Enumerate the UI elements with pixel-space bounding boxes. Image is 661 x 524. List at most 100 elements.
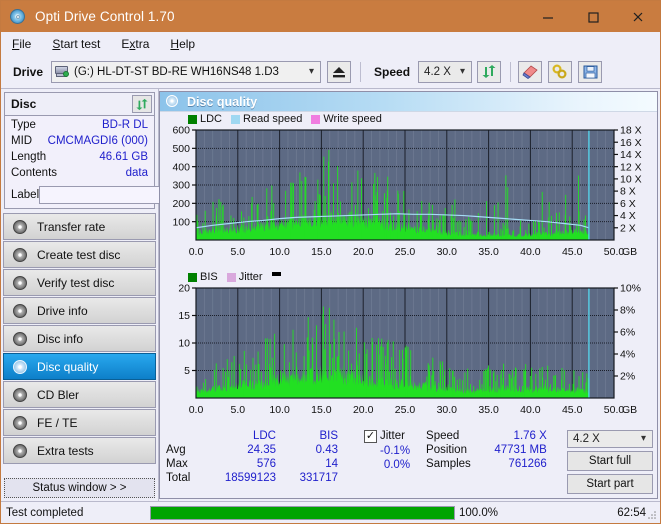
menu-start-test[interactable]: Start test	[48, 35, 110, 53]
svg-text:8 X: 8 X	[620, 186, 636, 198]
sidebar-item-extra-tests[interactable]: Extra tests	[3, 437, 156, 464]
disc-row-type: Type BD-R DL	[11, 119, 148, 135]
app-icon	[10, 8, 28, 26]
stats-col-header-bis: BIS	[319, 430, 338, 442]
svg-text:5: 5	[184, 365, 190, 377]
stats-max-bis: 14	[325, 458, 338, 470]
sidebar-item-create-test-disc[interactable]: Create test disc	[3, 241, 156, 268]
sidebar-item-cd-bler[interactable]: CD Bler	[3, 381, 156, 408]
optical-drive-icon	[55, 65, 70, 78]
svg-text:4 X: 4 X	[620, 210, 636, 222]
svg-text:18 X: 18 X	[620, 126, 642, 137]
chevron-down-icon: ▾	[309, 65, 315, 77]
svg-text:16 X: 16 X	[620, 137, 642, 149]
speed-select[interactable]: 4.2 X ▾	[418, 60, 473, 83]
disc-burn-icon	[12, 247, 29, 263]
svg-text:5.0: 5.0	[230, 404, 245, 416]
disc-row-length: Length 46.61 GB	[11, 151, 148, 167]
sidebar-item-drive-info[interactable]: Drive info	[3, 297, 156, 324]
menu-help[interactable]: Help	[166, 35, 205, 53]
svg-text:15.0: 15.0	[311, 404, 332, 416]
legend-label-read-speed: Read speed	[243, 113, 303, 125]
eject-button[interactable]	[327, 60, 352, 83]
disc-properties: Type BD-R DL MID CMCMAGDI6 (000) Length …	[5, 116, 246, 208]
minimize-button[interactable]	[525, 1, 570, 32]
status-window-button[interactable]: Status window > >	[4, 478, 155, 498]
svg-text:6%: 6%	[620, 327, 635, 339]
legend-swatch-bis	[188, 272, 197, 282]
resize-grip[interactable]	[646, 509, 658, 521]
disc-length-label: Length	[11, 151, 47, 163]
speed-label: Speed	[374, 64, 411, 79]
sidebar-item-fe-te[interactable]: FE / TE	[3, 409, 156, 436]
test-speed-select[interactable]: 4.2 X ▾	[567, 430, 653, 449]
status-message: Test completed	[6, 506, 84, 519]
jitter-checkbox[interactable]: ✓	[364, 430, 377, 443]
stats-max-ldc: 576	[256, 458, 276, 470]
disc-row-contents: Contents data	[11, 167, 148, 183]
drive-select[interactable]: (G:) HL-DT-ST BD-RE WH16NS48 1.D3 ▾	[51, 60, 322, 83]
sidebar-item-label: Disc quality	[37, 359, 99, 374]
svg-text:100: 100	[172, 216, 190, 228]
svg-text:6 X: 6 X	[620, 198, 636, 210]
legend-swatch-write-speed	[311, 114, 321, 124]
svg-text:20: 20	[178, 284, 190, 295]
svg-text:2 X: 2 X	[620, 222, 636, 234]
svg-text:25.0: 25.0	[395, 246, 416, 258]
disc-refresh-button[interactable]	[132, 95, 152, 113]
svg-text:10%: 10%	[620, 284, 641, 295]
disc-info-icon	[12, 331, 29, 347]
start-full-button[interactable]: Start full	[567, 451, 653, 472]
disc-panel-title: Disc	[11, 97, 37, 111]
svg-text:400: 400	[172, 161, 190, 173]
sidebar-item-disc-info[interactable]: Disc info	[3, 325, 156, 352]
maximize-button[interactable]	[570, 1, 615, 32]
disc-mid-label: MID	[11, 135, 33, 147]
svg-text:0.0: 0.0	[189, 404, 204, 416]
sidebar-item-label: Disc info	[37, 331, 84, 346]
tools-button[interactable]	[548, 60, 573, 83]
sidebar-item-label: Drive info	[37, 303, 88, 318]
readout-value-position: 47731 MB	[494, 444, 547, 456]
close-button[interactable]	[615, 1, 660, 32]
sidebar-item-transfer-rate[interactable]: Transfer rate	[3, 213, 156, 240]
stats-table: LDC BIS Avg 24.35 0.43 Max 576 14 Total …	[166, 430, 348, 494]
actions-group: 4.2 X ▾ Start full Start part	[567, 430, 653, 495]
bis-plot[interactable]: 5 10 15 20 2% 4% 6% 8% 10% 0.0 5.0 10.0 15.0 20.0 25.0…	[162, 284, 655, 426]
svg-text:45.0: 45.0	[562, 246, 583, 258]
ldc-chart-block: LDC Read speed Write speed 100 200 300 400 5…	[162, 112, 655, 268]
sidebar-item-disc-quality[interactable]: Disc quality	[3, 353, 156, 380]
disc-test-icon	[12, 219, 29, 235]
toolbar-separator	[360, 61, 362, 82]
stats-total-ldc: 18599123	[224, 472, 276, 484]
erase-button[interactable]	[518, 60, 543, 83]
legend-label-bis: BIS	[200, 271, 218, 283]
main-panel: Disc quality LDC Read speed Write speed	[159, 91, 658, 499]
disc-label-label: Label	[11, 188, 40, 201]
menu-extra[interactable]: Extra	[117, 35, 159, 53]
menu-file[interactable]: FFileile	[8, 35, 41, 53]
legend-swatch-jitter	[226, 272, 236, 282]
chevron-down-icon: ▾	[640, 433, 646, 445]
svg-text:20.0: 20.0	[353, 246, 374, 258]
readout-label-samples: Samples	[426, 458, 471, 470]
stats-total-bis: 331717	[299, 472, 338, 484]
svg-text:30.0: 30.0	[437, 404, 458, 416]
speed-select-value: 4.2 X	[424, 65, 451, 78]
disc-row-mid: MID CMCMAGDI6 (000)	[11, 135, 148, 151]
readout-group: Speed 1.76 X Position 47731 MB Samples 7…	[426, 430, 547, 494]
sidebar-item-label: FE / TE	[37, 415, 78, 430]
svg-text:12 X: 12 X	[620, 161, 642, 173]
legend-label-jitter: Jitter	[238, 271, 263, 283]
ldc-plot[interactable]: 100 200 300 400 500 600 2 X4 X6 X8 X 10 X 12 X 14…	[162, 126, 655, 268]
toolbar: Drive (G:) HL-DT-ST BD-RE WH16NS48 1.D3 …	[1, 55, 660, 89]
disc-label-row: Label	[11, 185, 246, 204]
svg-text:45.0: 45.0	[562, 404, 583, 416]
bis-chart-block: BIS Jitter 5 10 15 20 2% 4% 6% 8% 10% 0.0 5.0 10.0 1…	[162, 270, 655, 426]
title-bar: Opti Drive Control 1.70	[1, 1, 660, 32]
progress-bar	[150, 505, 455, 520]
sidebar-item-verify-test-disc[interactable]: Verify test disc	[3, 269, 156, 296]
start-part-button[interactable]: Start part	[567, 474, 653, 495]
refresh-button[interactable]	[477, 60, 502, 83]
save-button[interactable]	[578, 60, 603, 83]
